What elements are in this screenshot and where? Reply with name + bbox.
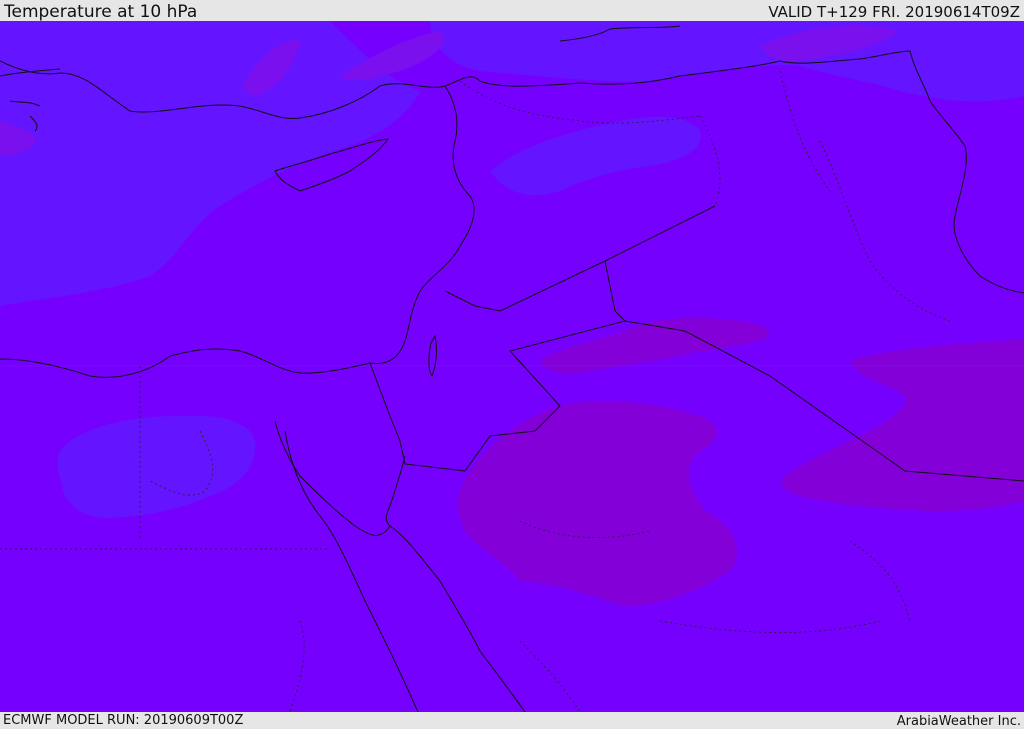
model-run: ECMWF MODEL RUN: 20190609T00Z bbox=[3, 713, 244, 728]
credit-text: ArabiaWeather Inc. bbox=[896, 714, 1021, 729]
footer-bar: ECMWF MODEL RUN: 20190609T00Z ArabiaWeat… bbox=[0, 712, 1024, 729]
temperature-map[interactable] bbox=[0, 21, 1024, 712]
map-title: Temperature at 10 hPa bbox=[4, 2, 198, 22]
header-bar: Temperature at 10 hPa VALID T+129 FRI. 2… bbox=[0, 0, 1024, 21]
map-canvas bbox=[0, 21, 1024, 712]
valid-time: VALID T+129 FRI. 20190614T09Z bbox=[768, 3, 1020, 21]
